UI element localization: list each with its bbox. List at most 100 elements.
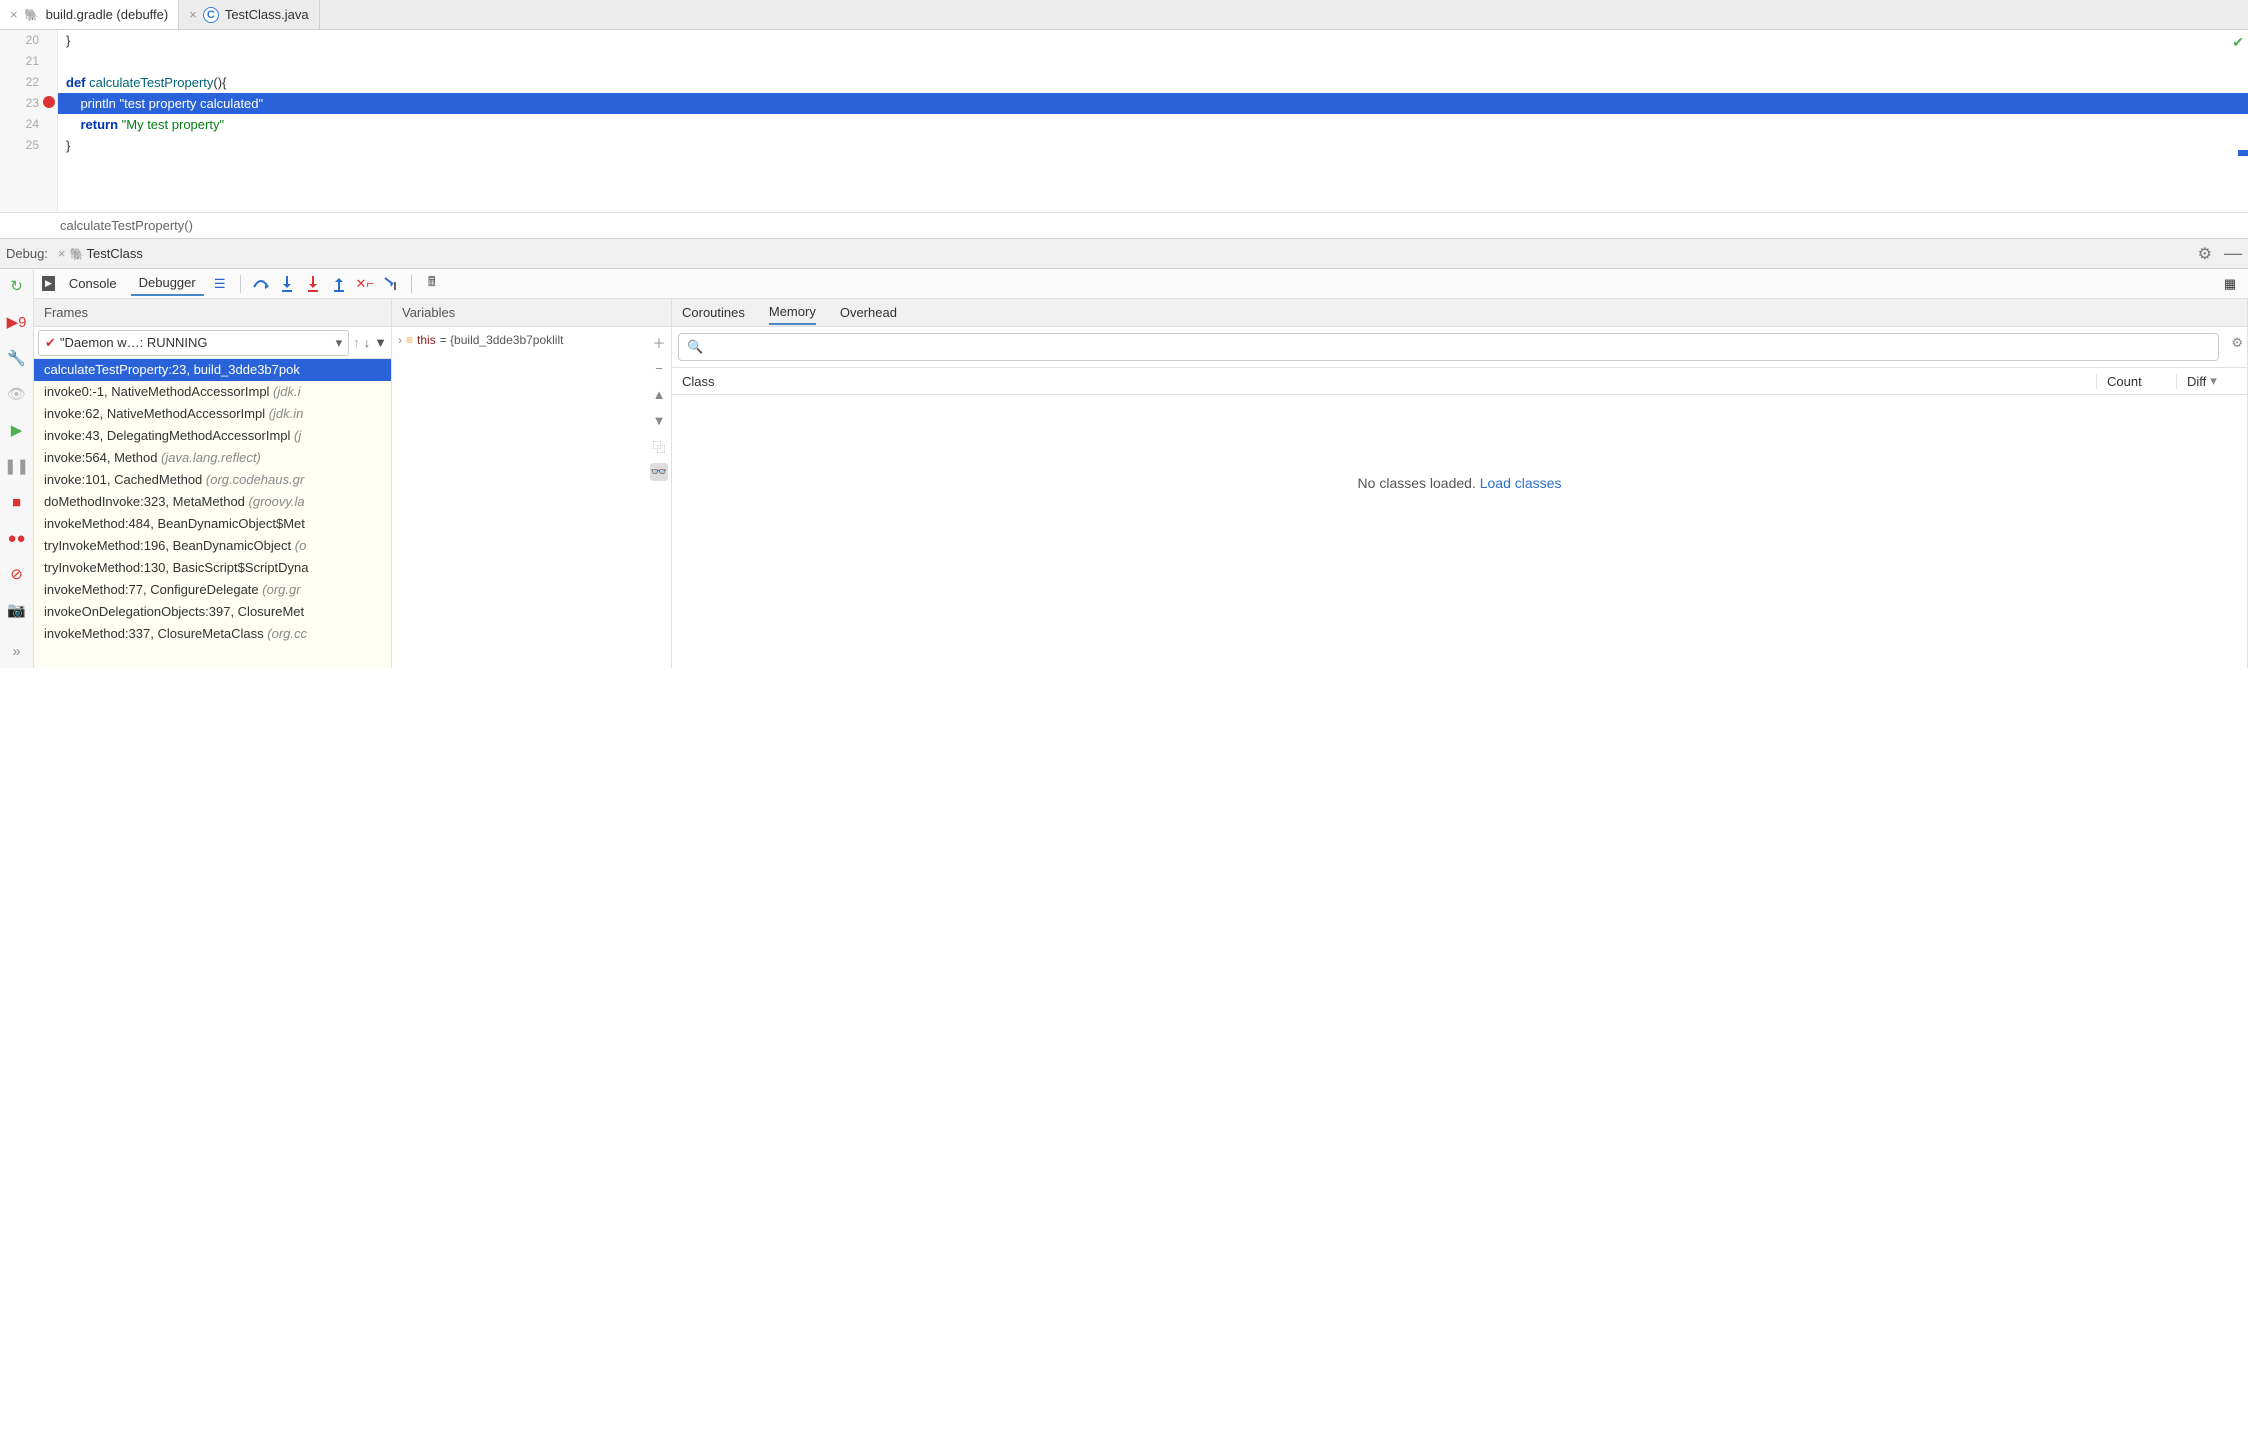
mute-breakpoints-icon[interactable]: ⊘: [8, 565, 26, 583]
prev-frame-icon[interactable]: ↑: [353, 335, 360, 350]
filter-icon[interactable]: ▼: [374, 335, 387, 350]
force-step-into-icon[interactable]: [303, 274, 323, 294]
frame-item[interactable]: tryInvokeMethod:196, BeanDynamicObject (…: [34, 535, 391, 557]
variable-row[interactable]: › ≡ this = {build_3dde3b7poklilt: [398, 333, 665, 347]
variables-side-toolbar: ＋ − ▲ ▼ ⿻ 👓: [647, 327, 671, 481]
thread-name: "Daemon w…: RUNNING: [60, 335, 208, 350]
show-icon[interactable]: 👁: [8, 385, 26, 403]
close-icon[interactable]: ×: [10, 7, 18, 22]
debug-label: Debug:: [6, 246, 48, 261]
col-diff[interactable]: Diff▾: [2177, 373, 2247, 389]
step-over-icon[interactable]: [251, 274, 271, 294]
tab-memory[interactable]: Memory: [769, 300, 816, 325]
memory-tabs: Coroutines Memory Overhead: [672, 299, 2247, 327]
down-icon[interactable]: ▼: [650, 411, 668, 429]
java-class-icon: [203, 7, 219, 23]
tab-coroutines[interactable]: Coroutines: [682, 301, 745, 324]
line-number: 21: [0, 51, 39, 72]
variables-body[interactable]: › ≡ this = {build_3dde3b7poklilt: [392, 327, 671, 668]
object-icon: ≡: [406, 333, 413, 347]
memory-search[interactable]: 🔍: [678, 333, 2219, 361]
rerun-icon[interactable]: ↻: [8, 277, 26, 295]
code-line: [58, 51, 2248, 72]
glasses-icon[interactable]: 👓: [650, 463, 668, 481]
step-into-icon[interactable]: [277, 274, 297, 294]
layout-icon[interactable]: ▦: [2220, 274, 2240, 294]
frame-item[interactable]: invokeMethod:337, ClosureMetaClass (org.…: [34, 623, 391, 645]
tab-overhead[interactable]: Overhead: [840, 301, 897, 324]
drop-frame-icon[interactable]: ✕⌐: [355, 274, 375, 294]
chevron-down-icon: ▾: [2210, 373, 2217, 389]
pause-icon[interactable]: ❚❚: [8, 457, 26, 475]
frames-toolbar: ✔ "Daemon w…: RUNNING ▾ ↑ ↓ ▼: [34, 327, 391, 359]
gradle-icon: [70, 246, 85, 261]
frame-item[interactable]: invoke:43, DelegatingMethodAccessorImpl …: [34, 425, 391, 447]
variables-header: Variables: [392, 299, 671, 327]
up-icon[interactable]: ▲: [650, 385, 668, 403]
code-editor[interactable]: 20 21 22 23 24 25 } def calculateTestPro…: [0, 30, 2248, 212]
run-to-cursor-icon[interactable]: [381, 274, 401, 294]
add-watch-icon[interactable]: ＋: [650, 333, 668, 351]
tab-build-gradle[interactable]: × build.gradle (debuffe): [0, 0, 179, 29]
breadcrumb-item[interactable]: calculateTestProperty(): [60, 218, 193, 233]
load-classes-link[interactable]: Load classes: [1480, 475, 1562, 491]
breadcrumb[interactable]: calculateTestProperty(): [0, 212, 2248, 238]
tab-testclass[interactable]: × TestClass.java: [179, 0, 319, 29]
line-number: 23: [0, 93, 39, 114]
next-frame-icon[interactable]: ↓: [364, 335, 371, 350]
step-out-icon[interactable]: [329, 274, 349, 294]
col-class[interactable]: Class: [672, 374, 2097, 389]
code-line: }: [58, 135, 2248, 156]
tab-debugger[interactable]: Debugger: [131, 271, 204, 296]
debug-toolwindow-header: Debug: × TestClass ⚙ —: [0, 238, 2248, 268]
debug-panels: Frames ✔ "Daemon w…: RUNNING ▾ ↑ ↓ ▼ cal…: [34, 299, 2248, 668]
debug-main: ▶ Console Debugger ☰ ✕⌐ 🖩 ▦ Frames ✔: [34, 269, 2248, 668]
code-line: def calculateTestProperty(){: [58, 72, 2248, 93]
gear-icon[interactable]: ⚙: [2231, 335, 2243, 351]
frame-item[interactable]: invokeOnDelegationObjects:397, ClosureMe…: [34, 601, 391, 623]
close-icon[interactable]: ×: [189, 7, 197, 22]
frame-item[interactable]: invokeMethod:484, BeanDynamicObject$Met: [34, 513, 391, 535]
frame-item[interactable]: invoke:564, Method (java.lang.reflect): [34, 447, 391, 469]
tab-console[interactable]: Console: [61, 272, 125, 295]
copy-icon[interactable]: ⿻: [650, 437, 668, 455]
view-breakpoints-icon[interactable]: ●●: [8, 529, 26, 547]
frame-item[interactable]: invoke:62, NativeMethodAccessorImpl (jdk…: [34, 403, 391, 425]
threads-icon[interactable]: ☰: [210, 274, 230, 294]
frames-panel: Frames ✔ "Daemon w…: RUNNING ▾ ↑ ↓ ▼ cal…: [34, 299, 392, 668]
frame-item[interactable]: calculateTestProperty:23, build_3dde3b7p…: [34, 359, 391, 381]
stop-icon[interactable]: ■: [8, 493, 26, 511]
play-icon[interactable]: ▶: [8, 421, 26, 439]
frames-list[interactable]: calculateTestProperty:23, build_3dde3b7p…: [34, 359, 391, 668]
wrench-icon[interactable]: 🔧: [8, 349, 26, 367]
frame-item[interactable]: invoke:101, CachedMethod (org.codehaus.g…: [34, 469, 391, 491]
editor-gutter: 20 21 22 23 24 25: [0, 30, 58, 212]
memory-table-header: Class Count Diff▾: [672, 367, 2247, 395]
evaluate-icon[interactable]: 🖩: [422, 274, 442, 294]
expand-icon[interactable]: ›: [398, 333, 402, 347]
col-count[interactable]: Count: [2097, 374, 2177, 389]
more-icon[interactable]: »: [8, 642, 26, 660]
code-area[interactable]: } def calculateTestProperty(){ println "…: [58, 30, 2248, 212]
code-line: }: [58, 30, 2248, 51]
thread-dropdown[interactable]: ✔ "Daemon w…: RUNNING ▾: [38, 330, 349, 356]
minimize-icon[interactable]: —: [2224, 243, 2242, 264]
frame-item[interactable]: doMethodInvoke:323, MetaMethod (groovy.l…: [34, 491, 391, 513]
resume-icon[interactable]: ▶9: [8, 313, 26, 331]
gradle-icon: [24, 7, 40, 23]
breakpoint-icon[interactable]: [43, 96, 55, 108]
memory-panel: Coroutines Memory Overhead 🔍 ⚙ Class Cou…: [672, 299, 2248, 668]
variable-name: this: [417, 333, 436, 347]
gear-icon[interactable]: ⚙: [2198, 244, 2212, 264]
frame-item[interactable]: tryInvokeMethod:130, BasicScript$ScriptD…: [34, 557, 391, 579]
remove-watch-icon[interactable]: −: [650, 359, 668, 377]
memory-search-input[interactable]: [709, 340, 2210, 355]
camera-icon[interactable]: 📷: [8, 601, 26, 619]
close-icon[interactable]: ×: [58, 246, 66, 261]
inspection-ok-icon[interactable]: ✔: [2232, 34, 2244, 51]
frame-item[interactable]: invoke0:-1, NativeMethodAccessorImpl (jd…: [34, 381, 391, 403]
line-number: 20: [0, 30, 39, 51]
console-terminal-icon[interactable]: ▶: [42, 276, 55, 291]
frame-item[interactable]: invokeMethod:77, ConfigureDelegate (org.…: [34, 579, 391, 601]
line-number: 22: [0, 72, 39, 93]
